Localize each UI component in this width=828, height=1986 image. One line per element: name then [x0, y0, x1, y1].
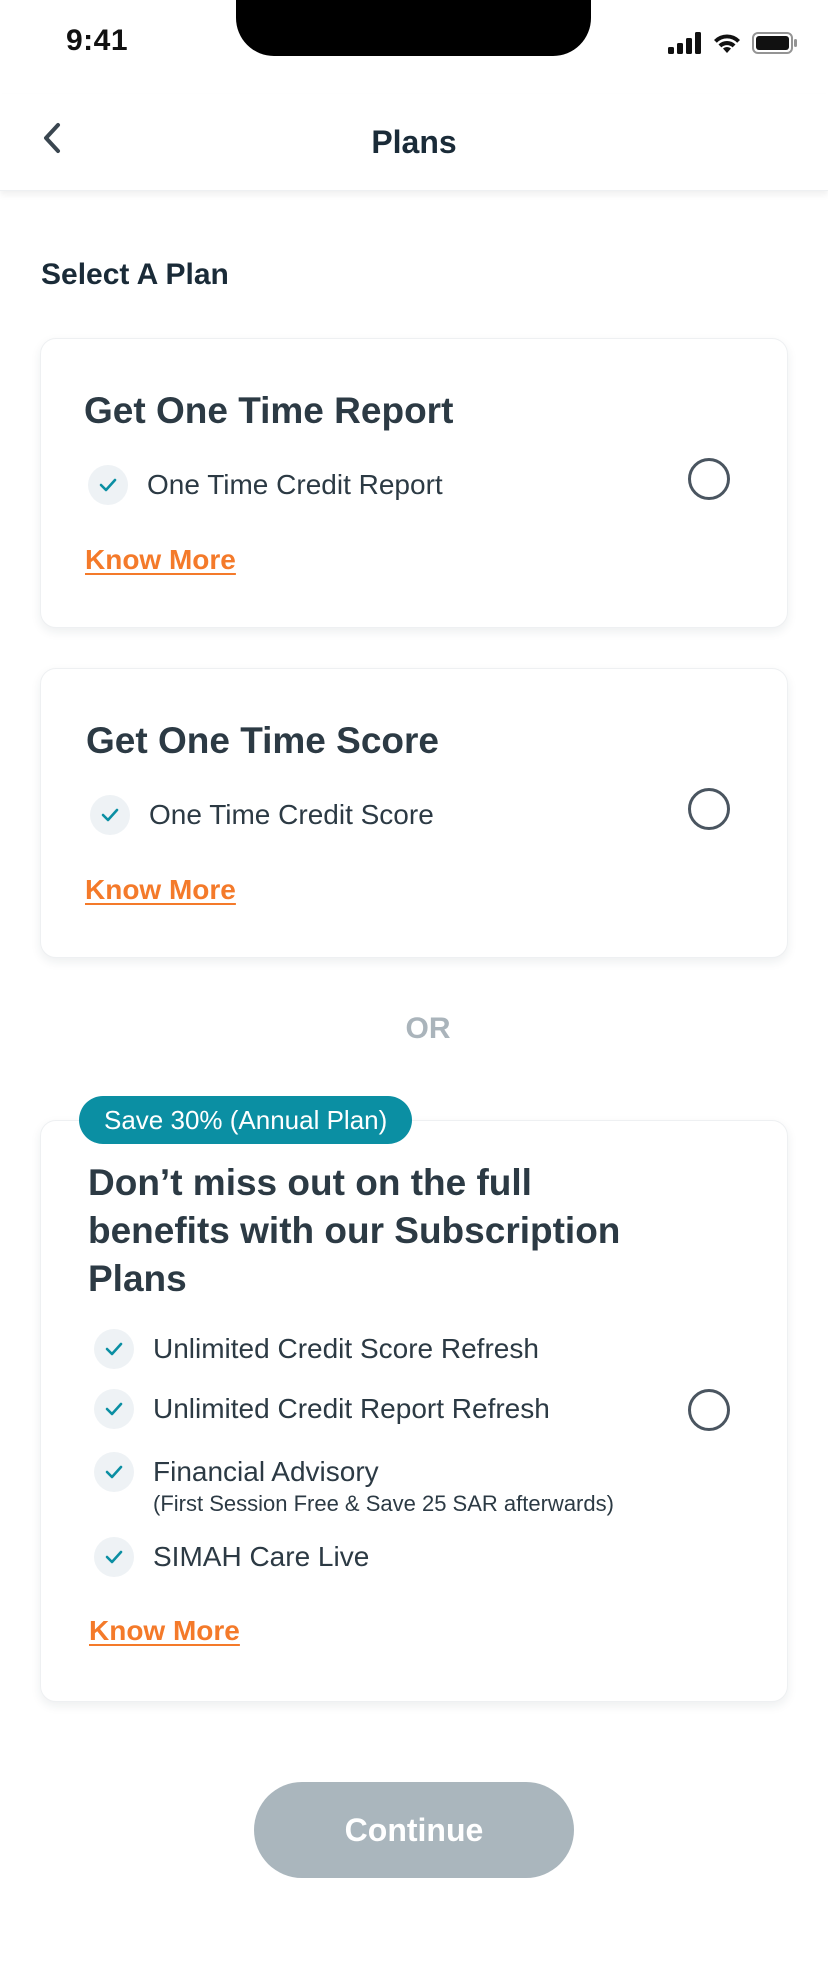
- plan-title: Get One Time Score: [86, 720, 439, 761]
- plan-feature: One Time Credit Score: [90, 795, 434, 835]
- check-icon: [94, 1537, 134, 1577]
- navigation-bar: Plans: [0, 94, 828, 191]
- plan-radio-button[interactable]: [688, 1389, 730, 1431]
- subscription-title: Don’t miss out on the full benefits with…: [88, 1159, 620, 1303]
- plan-feature: SIMAH Care Live: [94, 1537, 369, 1577]
- feature-label: SIMAH Care Live: [153, 1541, 370, 1572]
- plan-card-one-time-score[interactable]: Get One Time Score One Time Credit Score…: [40, 668, 788, 958]
- subscription-title-line: Plans: [88, 1258, 187, 1299]
- check-icon: [94, 1452, 134, 1492]
- plan-radio-button[interactable]: [688, 788, 730, 830]
- section-title: Select A Plan: [41, 258, 229, 291]
- status-time: 9:41: [66, 24, 129, 57]
- battery-icon: [752, 32, 798, 59]
- check-icon: [88, 465, 128, 505]
- feature-title: Financial Advisory: [153, 1456, 379, 1487]
- know-more-link[interactable]: Know More: [85, 544, 236, 576]
- know-more-link[interactable]: Know More: [85, 874, 236, 906]
- status-icons: [668, 32, 798, 59]
- subscription-title-line: benefits with our Subscription: [88, 1210, 621, 1251]
- continue-button[interactable]: Continue: [254, 1782, 574, 1878]
- feature-label: Unlimited Credit Score Refresh: [153, 1333, 539, 1364]
- plan-feature: One Time Credit Report: [88, 465, 443, 505]
- plan-feature: Unlimited Credit Score Refresh: [94, 1329, 539, 1369]
- status-bar: 9:41: [0, 0, 828, 94]
- plan-card-one-time-report[interactable]: Get One Time Report One Time Credit Repo…: [40, 338, 788, 628]
- feature-label: Unlimited Credit Report Refresh: [153, 1393, 550, 1424]
- feature-label: One Time Credit Report: [147, 469, 443, 500]
- plan-title: Get One Time Report: [84, 390, 454, 431]
- plan-card-subscription[interactable]: Don’t miss out on the full benefits with…: [40, 1120, 788, 1702]
- check-icon: [94, 1329, 134, 1369]
- wifi-icon: [712, 32, 742, 59]
- save-badge: Save 30% (Annual Plan): [79, 1096, 413, 1144]
- feature-note: (First Session Free & Save 25 SAR afterw…: [153, 1491, 614, 1516]
- plan-feature: Unlimited Credit Report Refresh: [94, 1389, 550, 1429]
- feature-label: One Time Credit Score: [149, 799, 434, 830]
- app-screen: 9:41 Plans Select A Plan Get One Time Re…: [0, 0, 828, 1986]
- or-separator: OR: [405, 1012, 451, 1045]
- check-icon: [94, 1389, 134, 1429]
- plan-radio-button[interactable]: [688, 458, 730, 500]
- camera-notch: [236, 0, 591, 56]
- feature-label: Financial Advisory (First Session Free &…: [153, 1452, 614, 1516]
- check-icon: [90, 795, 130, 835]
- know-more-link[interactable]: Know More: [89, 1615, 240, 1647]
- subscription-title-line: Don’t miss out on the full: [88, 1162, 532, 1203]
- plan-feature: Financial Advisory (First Session Free &…: [94, 1452, 614, 1516]
- page-title: Plans: [371, 124, 457, 160]
- cellular-signal-icon: [668, 32, 702, 59]
